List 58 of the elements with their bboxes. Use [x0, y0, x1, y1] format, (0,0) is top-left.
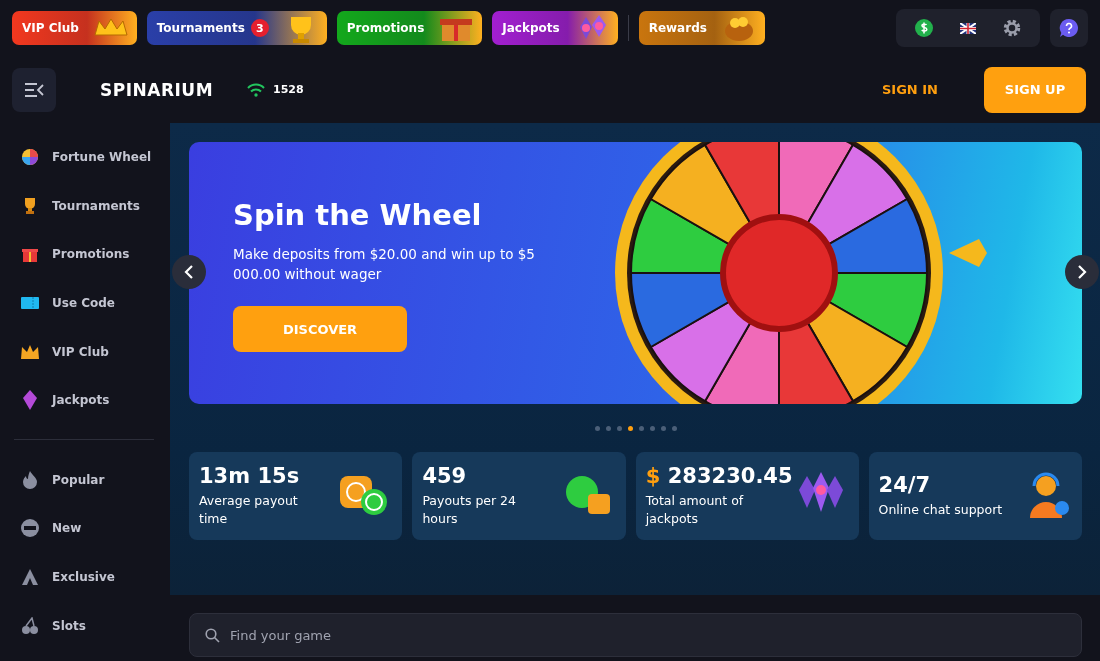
stat-label: Average payout time [199, 492, 299, 528]
banner-title: Spin the Wheel [233, 198, 482, 232]
signal-icon [247, 82, 266, 97]
carousel-dot[interactable] [605, 425, 611, 431]
promo-button[interactable]: Rewards [638, 11, 765, 45]
chevron-right-icon [1077, 265, 1087, 279]
chevron-left-icon [184, 265, 194, 279]
carousel-dot[interactable] [594, 425, 600, 431]
category-item[interactable]: Popular [14, 455, 154, 505]
sidebar-item[interactable]: Use Code [14, 278, 154, 328]
help-button[interactable] [1050, 9, 1088, 47]
sidebar-item[interactable]: Fortune Wheel [14, 133, 154, 182]
stat-label: Online chat support [878, 501, 1004, 519]
cherries-icon [20, 616, 40, 635]
stat-label: Total amount of jackpots [645, 492, 745, 528]
flag-icon [960, 22, 976, 34]
category-item[interactable]: Exclusive [14, 552, 154, 602]
ticket-icon [20, 296, 40, 311]
carousel-dot[interactable] [627, 425, 633, 431]
stat-label: Payouts per 24 hours [422, 492, 518, 528]
carousel-dot[interactable] [671, 425, 677, 431]
crown-icon [20, 343, 40, 360]
stat-value: 13m 15s [199, 464, 301, 488]
sidebar-item[interactable]: Jackpots [14, 375, 154, 425]
banner-text: Make deposits from $20.00 and win up to $5 000.00 without wager [233, 245, 536, 284]
promo-button[interactable]: VIP Club [12, 11, 137, 45]
letter-a-icon [20, 568, 40, 587]
promo-button[interactable]: Promotions [336, 11, 483, 45]
sidebar-item[interactable]: Promotions [14, 230, 154, 279]
menu-button[interactable] [12, 67, 56, 112]
previous-button[interactable] [172, 255, 206, 289]
diamond-icon [20, 390, 40, 411]
promo-button[interactable]: Tournaments 3 [146, 11, 327, 45]
carousel-dot[interactable] [660, 425, 666, 431]
flame-icon [20, 470, 40, 489]
category-item[interactable]: Slots [14, 601, 154, 650]
sidebar-item[interactable]: Tournaments [14, 181, 154, 231]
color-wheel-icon [20, 148, 40, 167]
next-button[interactable] [1065, 255, 1099, 289]
category-item[interactable]: New [14, 504, 154, 553]
online-count: 1528 [273, 83, 304, 96]
search-field[interactable]: Find your game [189, 613, 1082, 657]
carousel-dot[interactable] [638, 425, 644, 431]
stat-value: $ 283230.45 [645, 464, 793, 488]
help-icon [1059, 18, 1079, 38]
stat-value: 459 [422, 464, 468, 488]
sign-in-link[interactable]: SIGN IN [882, 82, 938, 97]
menu-icon [24, 82, 44, 97]
count-badge: 3 [250, 19, 269, 37]
settings-icon [1002, 18, 1022, 38]
sidebar-item[interactable]: VIP Club [14, 327, 154, 376]
promo-button[interactable]: Jackpots [492, 11, 618, 45]
brand-logo[interactable]: SPINARIUM [100, 79, 214, 100]
carousel-dot[interactable] [649, 425, 655, 431]
dollar-icon [915, 19, 933, 37]
stat-value: 24/7 [878, 473, 932, 497]
search-icon [205, 628, 220, 643]
carousel-dot[interactable] [616, 425, 622, 431]
